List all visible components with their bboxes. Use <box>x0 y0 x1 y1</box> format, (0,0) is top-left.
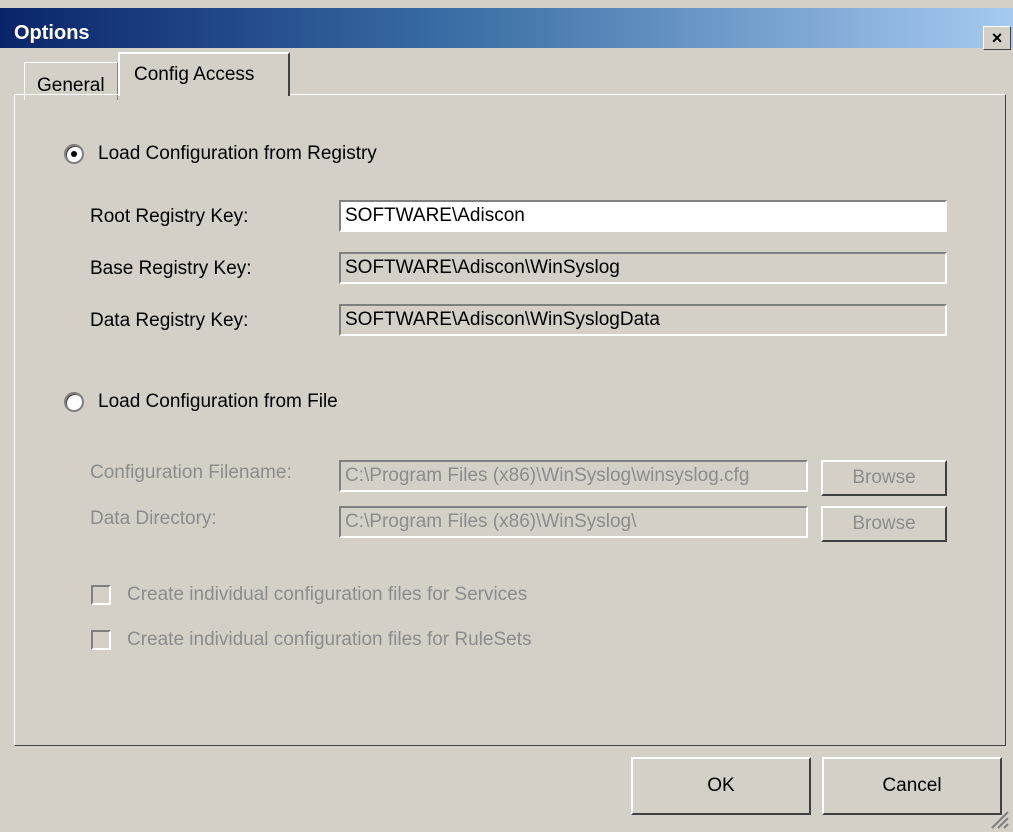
ok-button[interactable]: OK <box>631 757 811 815</box>
browse-directory-button[interactable]: Browse <box>821 506 947 542</box>
base-registry-key-field: SOFTWARE\Adiscon\WinSyslog <box>339 252 947 284</box>
title-bar[interactable]: Options × <box>0 8 1013 50</box>
rulesets-checkbox-option[interactable]: Create individual configuration files fo… <box>91 629 532 651</box>
window-title: Options <box>14 22 90 44</box>
resize-grip-icon[interactable] <box>988 808 1010 830</box>
registry-radio-option[interactable]: Load Configuration from Registry <box>64 143 377 165</box>
services-checkbox-label: Create individual configuration files fo… <box>127 584 528 605</box>
file-radio[interactable] <box>64 392 84 412</box>
cancel-button-label: Cancel <box>882 775 942 796</box>
services-checkbox[interactable] <box>91 585 111 605</box>
data-registry-key-label: Data Registry Key: <box>90 310 249 331</box>
rulesets-checkbox-label: Create individual configuration files fo… <box>127 629 532 650</box>
registry-radio-label: Load Configuration from Registry <box>98 143 377 164</box>
close-button[interactable]: × <box>983 26 1011 50</box>
file-radio-label: Load Configuration from File <box>98 391 338 412</box>
data-registry-key-field: SOFTWARE\Adiscon\WinSyslogData <box>339 304 947 336</box>
root-registry-key-input[interactable]: SOFTWARE\Adiscon <box>339 200 947 232</box>
close-icon: × <box>991 28 1003 48</box>
file-radio-option[interactable]: Load Configuration from File <box>64 391 338 413</box>
cancel-button[interactable]: Cancel <box>822 757 1002 815</box>
ok-button-label: OK <box>707 775 735 796</box>
registry-radio[interactable] <box>64 144 84 164</box>
configuration-filename-input[interactable]: C:\Program Files (x86)\WinSyslog\winsysl… <box>339 460 808 492</box>
configuration-filename-label: Configuration Filename: <box>90 462 292 483</box>
tab-config-access[interactable]: Config Access <box>118 52 290 96</box>
tab-general-label: General <box>37 75 105 96</box>
data-directory-input[interactable]: C:\Program Files (x86)\WinSyslog\ <box>339 506 808 538</box>
browse-filename-button[interactable]: Browse <box>821 460 947 496</box>
services-checkbox-option[interactable]: Create individual configuration files fo… <box>91 584 527 606</box>
root-registry-key-label: Root Registry Key: <box>90 206 249 227</box>
base-registry-key-label: Base Registry Key: <box>90 258 252 279</box>
browse-filename-label: Browse <box>852 467 916 488</box>
rulesets-checkbox[interactable] <box>91 630 111 650</box>
options-dialog: Options × General Config Access Load Con… <box>0 0 1013 832</box>
data-directory-label: Data Directory: <box>90 508 217 529</box>
tab-config-access-label: Config Access <box>134 64 255 85</box>
browse-directory-label: Browse <box>852 513 916 534</box>
